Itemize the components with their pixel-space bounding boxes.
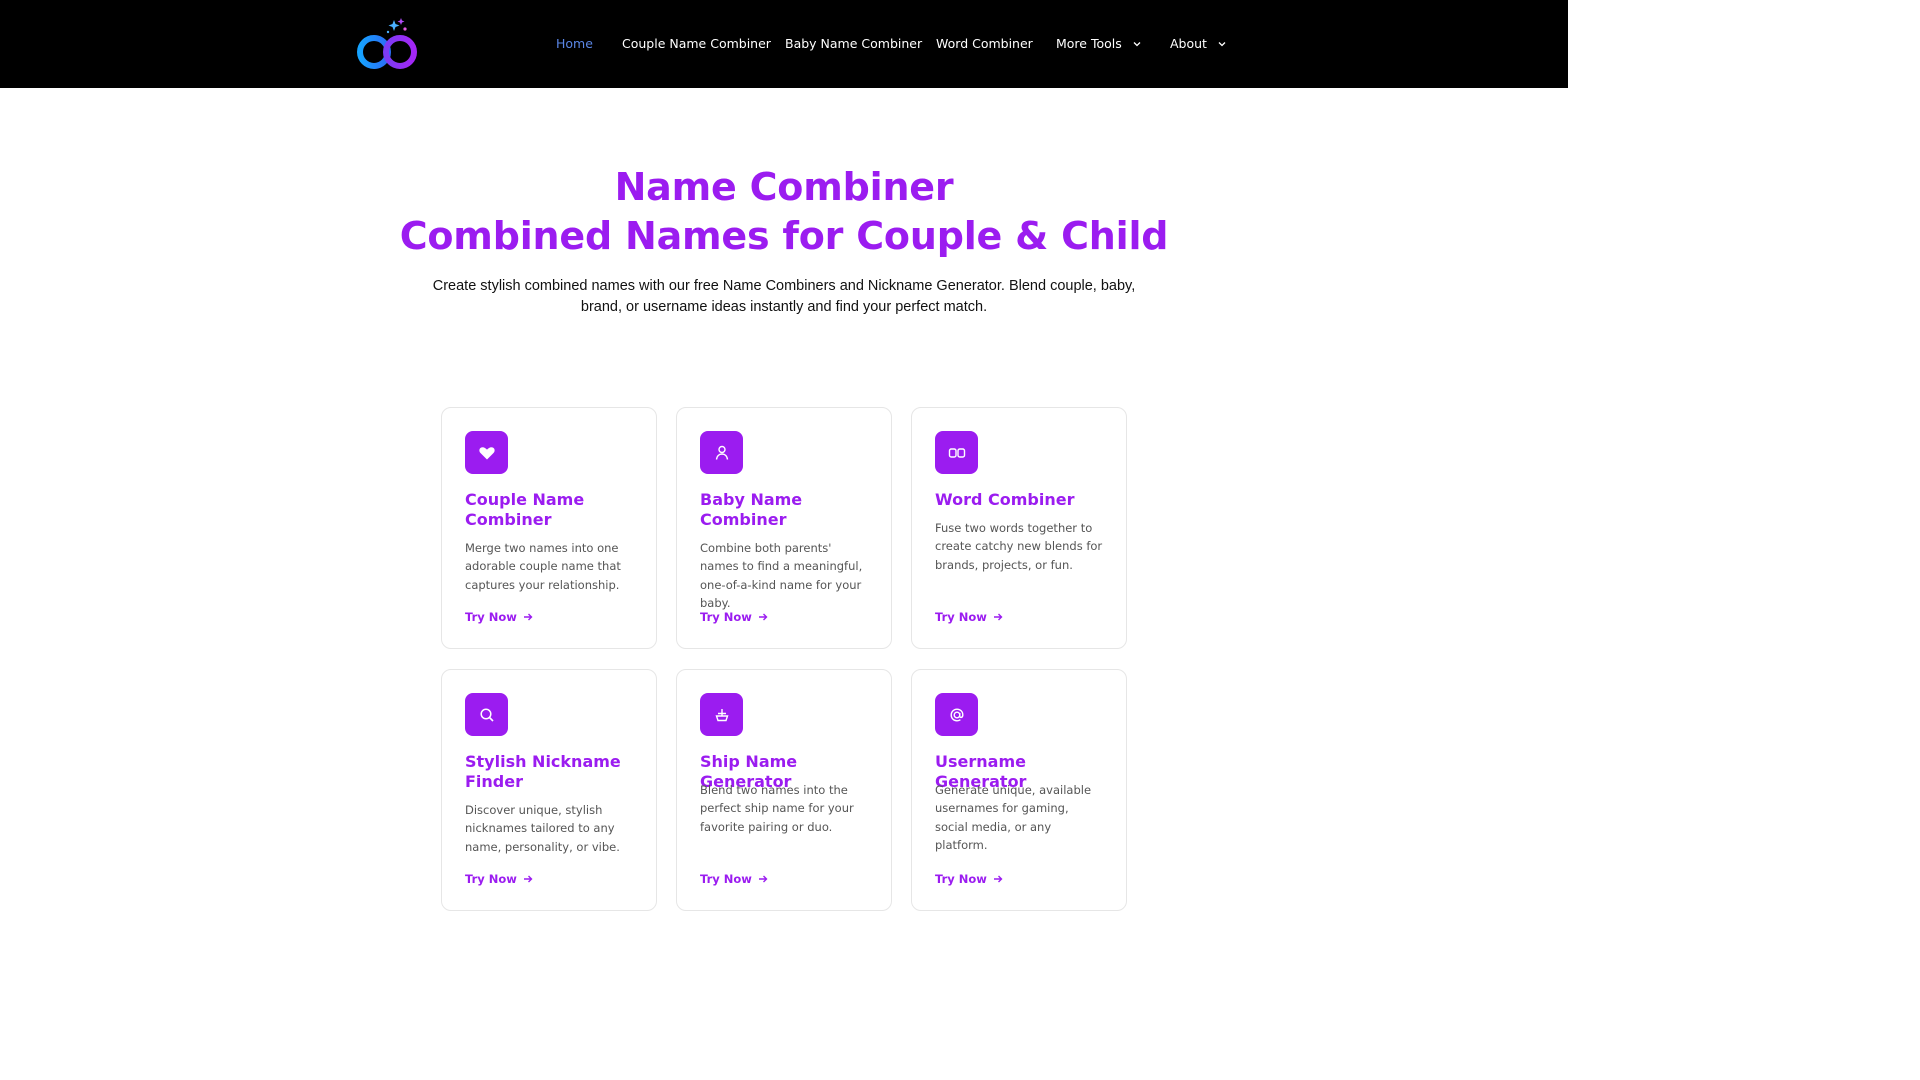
search-icon (465, 693, 508, 736)
nav-word-label: Word Combiner (936, 36, 1033, 51)
card-title: Couple Name Combiner (465, 490, 585, 529)
card-title: Word Combiner (935, 490, 1075, 509)
try-now-link[interactable]: Try Now (700, 872, 768, 886)
hero-title-line2: Combined Names for Couple & Child (399, 214, 1169, 258)
ship-icon (700, 693, 743, 736)
card-description: Merge two names into one adorable couple… (465, 541, 621, 592)
try-now-label: Try Now (700, 610, 752, 624)
nav-couple-label: Couple Name Combiner (622, 36, 771, 51)
try-now-link[interactable]: Try Now (465, 610, 533, 624)
arrow-right-icon (523, 875, 533, 883)
nav-about[interactable]: About (1170, 36, 1227, 51)
heart-icon (465, 431, 508, 474)
site-logo[interactable] (354, 16, 424, 74)
try-now-link[interactable]: Try Now (935, 610, 1003, 624)
arrow-right-icon (758, 613, 768, 621)
nav-more-tools-label: More Tools (1056, 36, 1122, 51)
arrow-right-icon (993, 613, 1003, 621)
nav-home-label: Home (556, 36, 593, 51)
try-now-label: Try Now (700, 872, 752, 886)
try-now-link[interactable]: Try Now (935, 872, 1003, 886)
card-description: Combine both parents' names to find a me… (700, 541, 863, 610)
arrow-right-icon (523, 613, 533, 621)
card-title: Stylish Nickname Finder (465, 752, 621, 791)
nav-couple-name-combiner[interactable]: Couple Name Combiner (622, 36, 771, 51)
nav-baby-name-combiner[interactable]: Baby Name Combiner (785, 36, 922, 51)
infinity-logo-icon (357, 18, 417, 69)
tool-card-couple-name-combiner: Couple Name Combiner Merge two names int… (441, 407, 657, 649)
arrow-right-icon (758, 875, 768, 883)
hero-title-line1: Name Combiner (614, 165, 954, 209)
nav-more-tools[interactable]: More Tools (1056, 36, 1142, 51)
nav-about-label: About (1170, 36, 1207, 51)
card-description: Generate unique, available usernames for… (935, 783, 1092, 852)
tool-card-stylish-nickname-finder: Stylish Nickname Finder Discover unique,… (441, 669, 657, 911)
at-icon (935, 693, 978, 736)
tool-card-username-generator: Username Generator Generate unique, avai… (911, 669, 1127, 911)
try-now-label: Try Now (935, 610, 987, 624)
person-icon (700, 431, 743, 474)
try-now-label: Try Now (465, 872, 517, 886)
tool-card-ship-name-generator: Ship Name Generator Blend two names into… (676, 669, 892, 911)
tool-card-baby-name-combiner: Baby Name Combiner Combine both parents'… (676, 407, 892, 649)
tool-card-word-combiner: Word Combiner Fuse two words together to… (911, 407, 1127, 649)
link-icon (935, 431, 978, 474)
try-now-link[interactable]: Try Now (465, 872, 533, 886)
try-now-label: Try Now (465, 610, 517, 624)
try-now-label: Try Now (935, 872, 987, 886)
nav-home[interactable]: Home (556, 36, 593, 51)
hero-description: Create stylish combined names with our f… (432, 278, 1136, 315)
arrow-right-icon (993, 875, 1003, 883)
card-title: Baby Name Combiner (700, 490, 803, 529)
try-now-link[interactable]: Try Now (700, 610, 768, 624)
card-description: Discover unique, stylish nicknames tailo… (465, 803, 620, 854)
site-header: Home Couple Name Combiner Baby Name Comb… (0, 0, 1568, 88)
nav-baby-label: Baby Name Combiner (785, 36, 923, 51)
card-description: Blend two names into the perfect ship na… (700, 783, 854, 834)
chevron-down-icon (1133, 41, 1141, 46)
card-description: Fuse two words together to create catchy… (935, 521, 1103, 572)
nav-word-combiner[interactable]: Word Combiner (936, 36, 1033, 51)
chevron-down-icon (1218, 41, 1226, 46)
